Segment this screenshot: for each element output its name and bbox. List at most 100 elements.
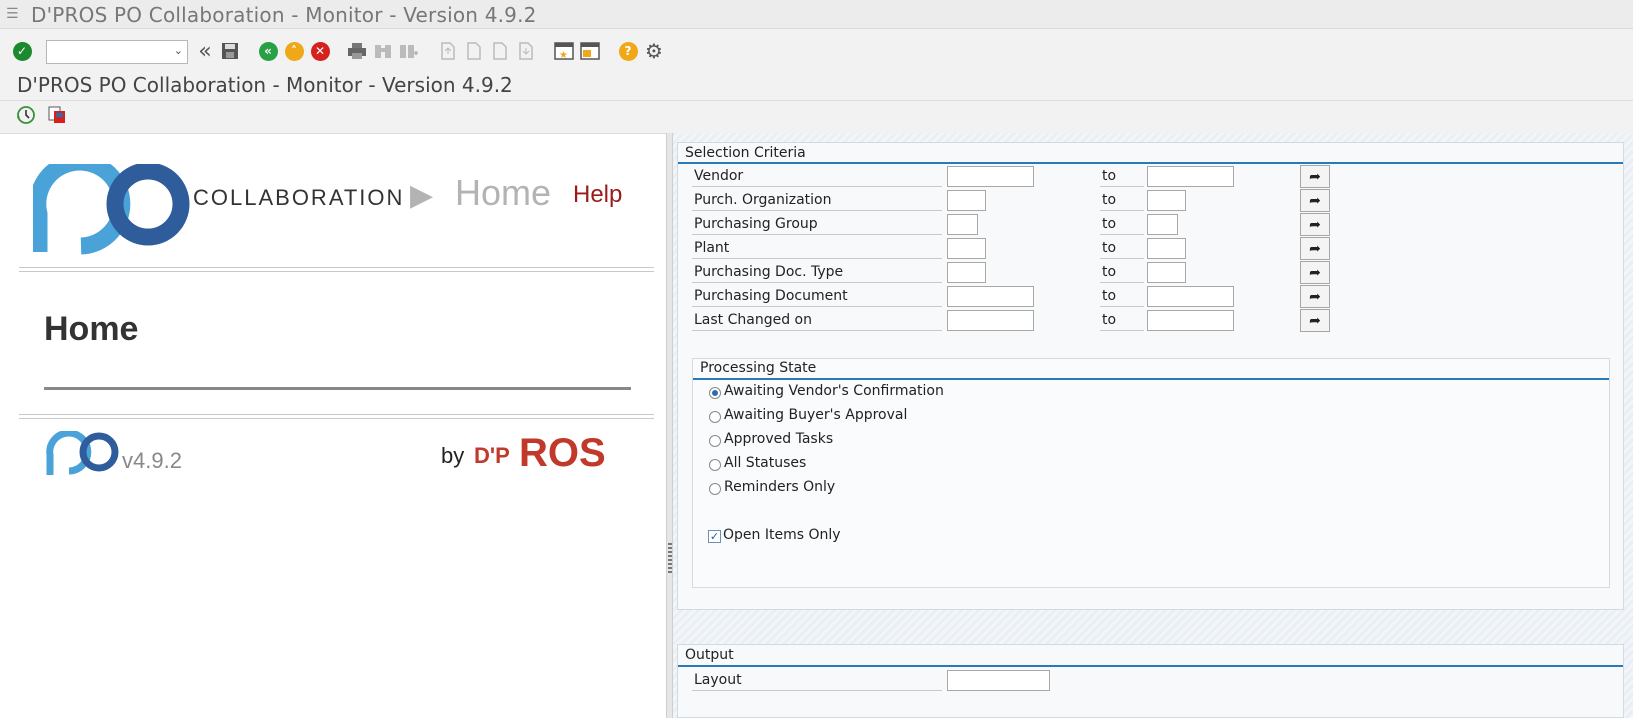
multiple-selection-icon: ➦ — [1309, 192, 1321, 209]
purch-doc-from-input[interactable] — [947, 286, 1034, 307]
radio-label: All Statuses — [724, 455, 807, 471]
vendor-to-label: to — [1100, 166, 1144, 187]
doc-type-to-input[interactable] — [1147, 262, 1186, 283]
purch-org-to-input[interactable] — [1147, 190, 1186, 211]
doc-type-to-label: to — [1100, 262, 1144, 283]
multiple-selection-icon: ➦ — [1309, 168, 1321, 185]
back-green-icon[interactable]: « — [257, 40, 279, 62]
previous-page-icon[interactable] — [463, 40, 485, 62]
page-title: D'PROS PO Collaboration - Monitor - Vers… — [17, 73, 513, 97]
radio-reminders-only[interactable] — [709, 483, 721, 495]
first-page-icon[interactable] — [437, 40, 459, 62]
last-changed-to-label: to — [1100, 310, 1144, 331]
window-title: D'PROS PO Collaboration - Monitor - Vers… — [31, 3, 537, 27]
group-title-underline — [678, 162, 1623, 164]
shortcut-icon[interactable] — [579, 40, 601, 62]
po-logo — [33, 164, 190, 255]
home-html-viewer: COLLABORATION ▶ Home Help Home v4.9.2 by… — [0, 133, 666, 718]
exit-icon[interactable]: ˄ — [283, 40, 305, 62]
radio-approved-tasks[interactable] — [709, 435, 721, 447]
enter-icon[interactable]: ✓ — [11, 40, 33, 62]
radio-awaiting-vendor-confirmation[interactable] — [709, 387, 721, 399]
layout-label: Layout — [692, 670, 942, 691]
layout-input[interactable] — [947, 670, 1050, 691]
purch-org-to-label: to — [1100, 190, 1144, 211]
plant-multiple-selection-button[interactable]: ➦ — [1300, 237, 1330, 260]
command-field[interactable]: ⌄ — [46, 40, 188, 64]
last-page-icon[interactable] — [515, 40, 537, 62]
svg-text:★: ★ — [559, 50, 568, 61]
purch-group-from-input[interactable] — [947, 214, 978, 235]
last-changed-from-input[interactable] — [947, 310, 1034, 331]
purch-org-from-input[interactable] — [947, 190, 986, 211]
customize-layout-icon[interactable]: ⚙ — [643, 39, 665, 63]
doc-type-multiple-selection-button[interactable]: ➦ — [1300, 261, 1330, 284]
application-toolbar — [0, 100, 1633, 133]
open-items-only-label: Open Items Only — [723, 527, 841, 543]
save-icon[interactable] — [219, 40, 241, 62]
window-menu-icon[interactable]: ☰ — [6, 6, 19, 22]
multiple-selection-icon: ➦ — [1309, 264, 1321, 281]
plant-label: Plant — [692, 238, 942, 259]
output-title: Output — [685, 647, 734, 663]
system-toolbar — [0, 30, 1633, 70]
create-session-icon[interactable]: ★ — [553, 40, 575, 62]
radio-label: Approved Tasks — [724, 431, 834, 447]
next-page-icon[interactable] — [489, 40, 511, 62]
get-variant-icon[interactable] — [46, 104, 68, 126]
nav-help-link[interactable]: Help — [573, 181, 622, 209]
cancel-icon[interactable]: ✕ — [309, 40, 331, 62]
heading-underline — [44, 387, 631, 390]
last-changed-to-input[interactable] — [1147, 310, 1234, 331]
po-small-logo — [46, 431, 119, 475]
purch-org-multiple-selection-button[interactable]: ➦ — [1300, 189, 1330, 212]
purch-group-to-label: to — [1100, 214, 1144, 235]
purch-org-label: Purch. Organization — [692, 190, 942, 211]
open-items-only-checkbox[interactable]: ✓ — [708, 530, 721, 543]
vendor-from-input[interactable] — [947, 166, 1034, 187]
brand-logo-dp: D'P — [474, 443, 510, 468]
logo-wordmark: COLLABORATION — [193, 185, 405, 210]
radio-all-statuses[interactable] — [709, 459, 721, 471]
purch-group-multiple-selection-button[interactable]: ➦ — [1300, 213, 1330, 236]
find-icon[interactable] — [372, 40, 394, 62]
by-label: by — [441, 443, 465, 468]
multiple-selection-icon: ➦ — [1309, 312, 1321, 329]
help-icon[interactable]: ? — [617, 40, 639, 62]
plant-to-input[interactable] — [1147, 238, 1186, 259]
radio-label: Awaiting Vendor's Confirmation — [724, 383, 944, 399]
purch-doc-to-input[interactable] — [1147, 286, 1234, 307]
print-icon[interactable] — [346, 40, 368, 62]
pane-splitter[interactable] — [666, 133, 673, 718]
find-next-icon[interactable] — [398, 40, 420, 62]
doc-type-label: Purchasing Doc. Type — [692, 262, 942, 283]
vendor-label: Vendor — [692, 166, 942, 187]
version-label: v4.9.2 — [122, 448, 182, 473]
execute-icon[interactable] — [15, 104, 37, 126]
divider — [19, 267, 654, 272]
home-heading: Home — [44, 310, 139, 348]
last-changed-multiple-selection-button[interactable]: ➦ — [1300, 309, 1330, 332]
radio-awaiting-buyer-approval[interactable] — [709, 411, 721, 423]
group-title-underline — [693, 378, 1609, 380]
purch-doc-to-label: to — [1100, 286, 1144, 307]
purch-doc-multiple-selection-button[interactable]: ➦ — [1300, 285, 1330, 308]
radio-label: Reminders Only — [724, 479, 836, 495]
vendor-multiple-selection-button[interactable]: ➦ — [1300, 165, 1330, 188]
multiple-selection-icon: ➦ — [1309, 216, 1321, 233]
multiple-selection-icon: ➦ — [1309, 240, 1321, 257]
splitter-grip[interactable] — [668, 543, 672, 573]
processing-state-title: Processing State — [700, 360, 817, 376]
doc-type-from-input[interactable] — [947, 262, 986, 283]
selection-criteria-title: Selection Criteria — [685, 145, 806, 161]
vendor-to-input[interactable] — [1147, 166, 1234, 187]
nav-arrow-icon: ▶ — [410, 178, 434, 213]
plant-from-input[interactable] — [947, 238, 986, 259]
chevron-down-icon[interactable]: ⌄ — [174, 44, 183, 57]
purch-doc-label: Purchasing Document — [692, 286, 942, 307]
nav-home-link[interactable]: Home — [455, 172, 551, 214]
multiple-selection-icon: ➦ — [1309, 288, 1321, 305]
divider — [19, 414, 654, 419]
back-icon[interactable]: « — [194, 39, 216, 64]
purch-group-to-input[interactable] — [1147, 214, 1178, 235]
